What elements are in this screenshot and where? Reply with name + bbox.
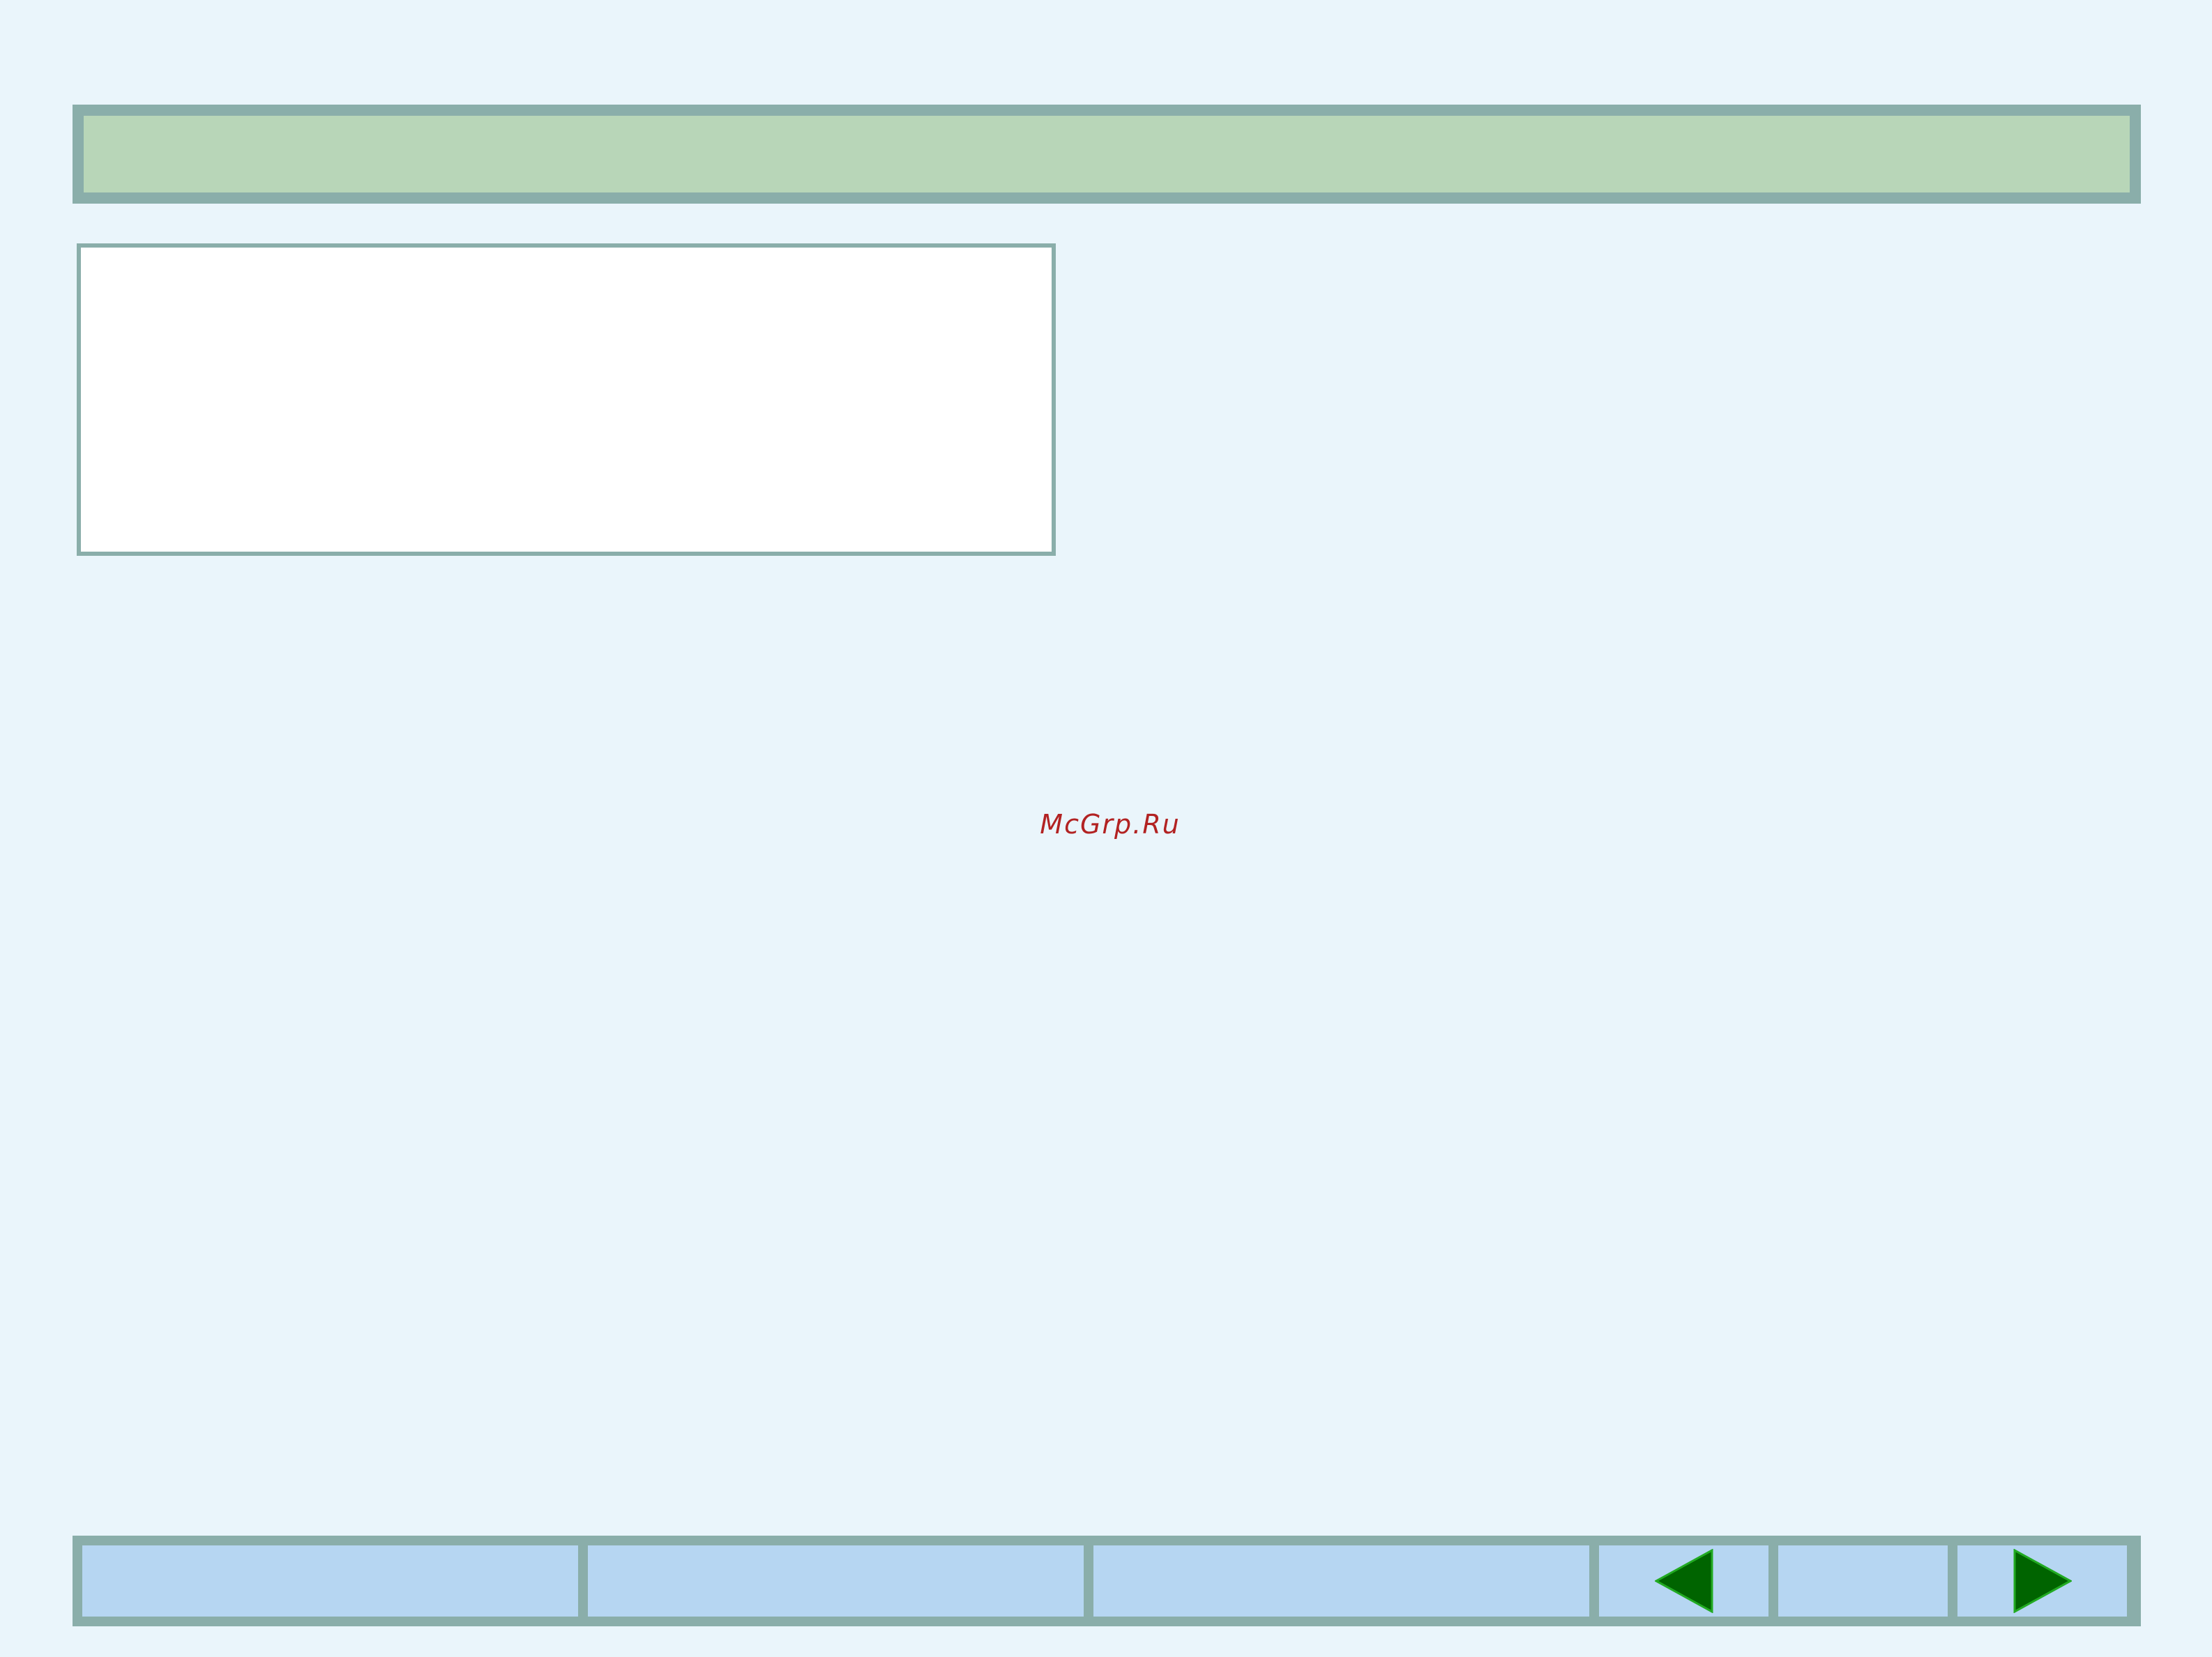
triangle-left-icon <box>1654 1549 1713 1613</box>
triangle-right-icon <box>2013 1549 2072 1613</box>
nav-cell-2[interactable] <box>588 1545 1084 1617</box>
title-bar <box>73 105 2141 204</box>
prev-page-button[interactable] <box>1599 1545 1768 1617</box>
nav-cell-3[interactable] <box>1093 1545 1589 1617</box>
nav-cell-1[interactable] <box>82 1545 578 1617</box>
nav-cell-page[interactable] <box>1778 1545 1948 1617</box>
bottom-navigation-bar <box>73 1536 2141 1626</box>
next-page-button[interactable] <box>1957 1545 2127 1617</box>
content-box <box>77 243 1056 556</box>
watermark-text: McGrp.Ru <box>1040 809 1181 840</box>
